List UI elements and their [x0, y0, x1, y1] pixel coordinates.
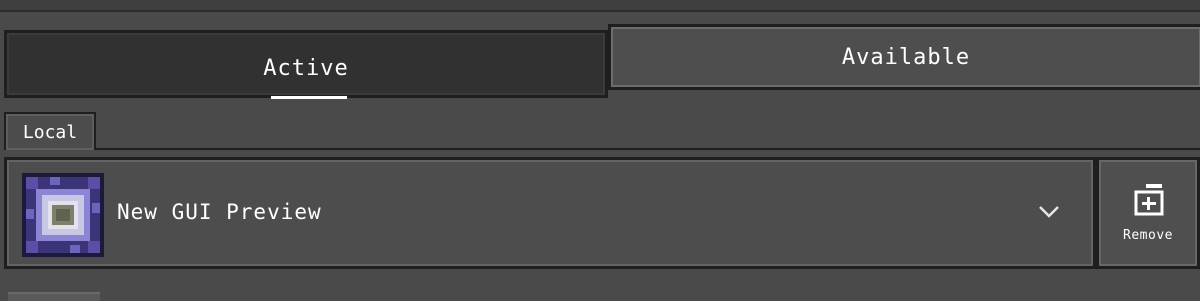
- section-tab-local: Local: [4, 112, 96, 150]
- pack-name: New GUI Preview: [117, 200, 322, 224]
- remove-button[interactable]: Remove: [1096, 157, 1200, 269]
- tab-available[interactable]: Available: [608, 24, 1200, 90]
- section-local-label: Local: [22, 121, 78, 143]
- resource-packs-screen: Active Available Local New GUI Preview R…: [0, 0, 1200, 301]
- pack-tabs: Active Available: [4, 24, 1200, 99]
- chevron-down-icon[interactable]: [1037, 204, 1061, 220]
- tab-available-label: Available: [841, 44, 971, 70]
- active-tab-underline: [271, 96, 347, 99]
- ender-portal-frame-icon: [22, 173, 104, 257]
- top-divider: [0, 0, 1200, 12]
- tab-active-label: Active: [263, 55, 349, 81]
- section-divider: [96, 148, 1200, 150]
- next-item-edge: [8, 292, 100, 301]
- remove-button-label: Remove: [1123, 228, 1173, 243]
- remove-pack-icon: [1134, 184, 1164, 216]
- pack-list-item[interactable]: New GUI Preview: [4, 157, 1096, 269]
- tab-active[interactable]: Active: [4, 30, 608, 99]
